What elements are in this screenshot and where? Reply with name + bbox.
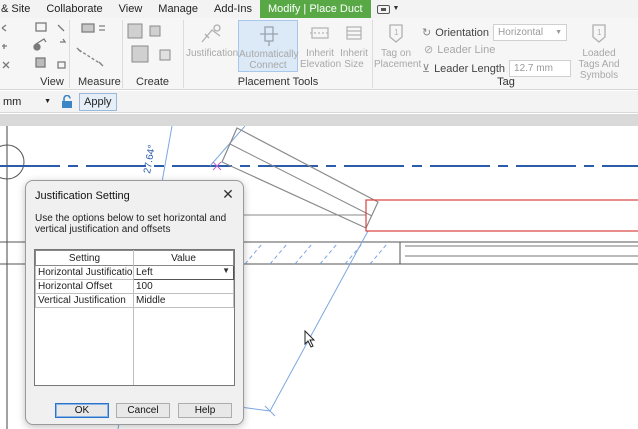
loaded-tags-label-1: Loaded bbox=[582, 48, 616, 59]
panel-title-measure: Measure bbox=[78, 76, 121, 88]
inherit-size-button[interactable]: Inherit Size bbox=[338, 22, 370, 70]
horizontal-offset-input[interactable]: 100 bbox=[133, 279, 234, 294]
inherit-size-label-1: Inherit bbox=[340, 48, 368, 59]
panel-toggle-icon bbox=[376, 4, 390, 14]
ribbon-display-toggle[interactable]: ▼ bbox=[371, 0, 406, 18]
tab-view[interactable]: View bbox=[111, 0, 151, 18]
tag-on-placement-button[interactable]: 1 Tag on Placement bbox=[374, 22, 422, 70]
measure-tools-icons[interactable] bbox=[75, 22, 119, 72]
ok-button[interactable]: OK bbox=[55, 403, 109, 418]
settings-grid: Setting Value Horizontal Justification L… bbox=[34, 249, 235, 386]
inherit-elevation-label-2: Elevation bbox=[300, 59, 342, 70]
loaded-tags-icon: 1 bbox=[592, 24, 606, 43]
auto-connect-label-2: Connect bbox=[249, 60, 287, 71]
tab-site[interactable]: & Site bbox=[0, 0, 38, 18]
tab-modify-place-duct[interactable]: Modify | Place Duct bbox=[259, 0, 371, 18]
create-tools-icons[interactable] bbox=[124, 22, 184, 72]
guide-line-top bbox=[209, 126, 246, 167]
tab-add-ins[interactable]: Add-Ins bbox=[206, 0, 260, 18]
chevron-down-icon: ▼ bbox=[44, 98, 51, 105]
unit-value: mm bbox=[3, 95, 22, 108]
justification-label: Justification bbox=[186, 48, 239, 59]
wall-hatch bbox=[244, 243, 388, 265]
horizontal-justification-select[interactable]: Left ▼ bbox=[133, 265, 234, 280]
options-bar: mm ▼ Apply bbox=[0, 91, 638, 113]
lock-icon[interactable] bbox=[61, 94, 73, 109]
tab-manage[interactable]: Manage bbox=[150, 0, 206, 18]
setting-name: Horizontal Offset bbox=[35, 279, 134, 294]
tag-on-placement-label-1: Tag on bbox=[380, 48, 412, 59]
inherit-elevation-icon bbox=[310, 27, 330, 39]
close-icon[interactable]: ✕ bbox=[220, 186, 236, 202]
panel-title-placement-tools: Placement Tools bbox=[237, 76, 319, 88]
placed-duct-outline bbox=[365, 199, 638, 232]
leader-line-icon: ⊘ bbox=[424, 44, 434, 56]
automatically-connect-button[interactable]: Automatically Connect bbox=[238, 20, 298, 72]
column-header-value: Value bbox=[133, 250, 234, 266]
apply-button[interactable]: Apply bbox=[79, 92, 117, 111]
panel-title-create: Create bbox=[136, 76, 170, 88]
tag-icon: 1 bbox=[389, 24, 403, 43]
column-header-setting: Setting bbox=[35, 250, 134, 266]
table-row[interactable]: Horizontal Justification Left ▼ bbox=[35, 265, 234, 280]
help-button[interactable]: Help bbox=[178, 403, 232, 418]
loaded-tags-button[interactable]: 1 Loaded Tags And Symbols bbox=[560, 22, 638, 81]
auto-connect-icon bbox=[260, 26, 278, 46]
leader-length-value: 12.7 mm bbox=[514, 63, 553, 74]
leader-length-row: ⊻ Leader Length 12.7 mm bbox=[422, 60, 572, 77]
auto-connect-label-1: Automatically bbox=[239, 49, 299, 60]
table-row[interactable]: Vertical Justification Middle bbox=[35, 293, 234, 308]
view-tools-icons[interactable] bbox=[0, 20, 72, 76]
guide-line-right bbox=[269, 230, 369, 412]
panel-title-view: View bbox=[40, 76, 64, 88]
grid-bubble bbox=[0, 144, 25, 180]
vertical-justification-select[interactable]: Middle bbox=[133, 293, 234, 308]
inherit-elevation-label-1: Inherit bbox=[306, 48, 334, 59]
dialog-description: Use the options below to set horizontal … bbox=[35, 213, 227, 235]
svg-text:1: 1 bbox=[597, 28, 602, 37]
tag-on-placement-label-2: Placement bbox=[374, 59, 422, 70]
orientation-icon: ↻ bbox=[422, 27, 432, 39]
ribbon-tab-bar: & Site Collaborate View Manage Add-Ins M… bbox=[0, 0, 638, 18]
svg-text:1: 1 bbox=[394, 28, 399, 37]
justification-setting-dialog: Justification Setting ✕ Use the options … bbox=[25, 180, 244, 425]
orientation-row: ↻ Orientation Horizontal ▼ bbox=[422, 24, 568, 41]
justification-button[interactable]: Justification bbox=[186, 22, 239, 59]
inherit-elevation-button[interactable]: Inherit Elevation bbox=[300, 22, 342, 70]
setting-value: Left bbox=[136, 267, 153, 278]
orientation-select[interactable]: Horizontal ▼ bbox=[493, 24, 568, 41]
ribbon: View Measure Create Justification Automa… bbox=[0, 18, 638, 90]
angled-duct-outline bbox=[221, 127, 379, 229]
table-row[interactable]: Horizontal Offset 100 bbox=[35, 279, 234, 294]
orientation-label: Orientation bbox=[435, 26, 490, 39]
grid-header-row: Setting Value bbox=[35, 250, 234, 266]
panel-title-tag: Tag bbox=[497, 76, 515, 88]
unit-select[interactable]: mm ▼ bbox=[0, 93, 54, 111]
leader-line-row[interactable]: ⊘ Leader Line bbox=[424, 43, 496, 57]
tab-collaborate[interactable]: Collaborate bbox=[38, 0, 110, 18]
inherit-size-icon bbox=[346, 26, 362, 40]
cancel-button[interactable]: Cancel bbox=[116, 403, 170, 418]
setting-name: Vertical Justification bbox=[35, 293, 134, 308]
leader-line-label: Leader Line bbox=[437, 43, 496, 56]
dialog-title: Justification Setting bbox=[35, 190, 130, 202]
chevron-down-icon: ▼ bbox=[392, 5, 400, 12]
justification-icon bbox=[201, 24, 221, 43]
leader-length-icon: ⊻ bbox=[422, 63, 431, 75]
angle-annotation: 27.64° bbox=[142, 144, 158, 175]
orientation-value: Horizontal bbox=[498, 27, 544, 38]
chevron-down-icon: ▼ bbox=[222, 266, 230, 276]
leader-length-label: Leader Length bbox=[434, 62, 506, 75]
inherit-size-label-2: Size bbox=[344, 59, 364, 70]
view-tab-strip bbox=[0, 114, 638, 126]
setting-name: Horizontal Justification bbox=[35, 265, 134, 280]
